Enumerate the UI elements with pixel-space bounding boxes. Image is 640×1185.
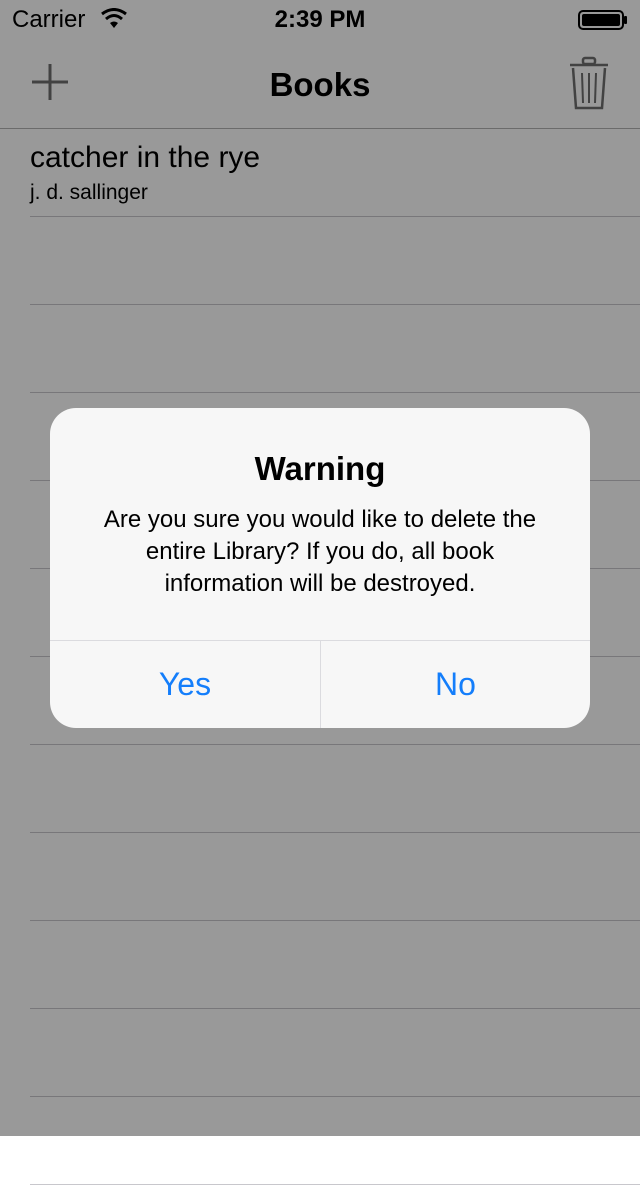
yes-button[interactable]: Yes [50,641,320,728]
no-button[interactable]: No [321,641,590,728]
alert-message: Are you sure you would like to delete th… [103,506,537,597]
warning-alert: Warning Are you sure you would like to d… [50,408,590,728]
alert-title: Warning [254,450,386,487]
